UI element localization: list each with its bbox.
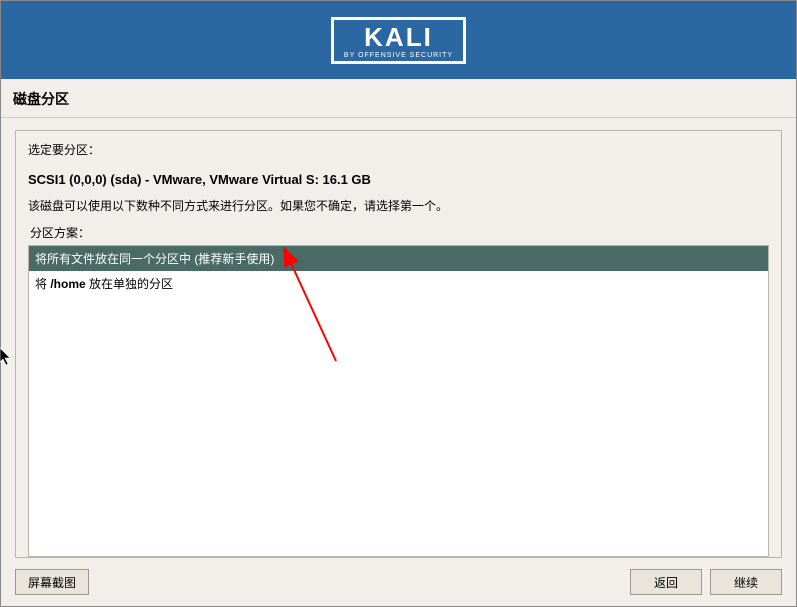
kali-logo-subtext: BY OFFENSIVE SECURITY (344, 52, 453, 59)
select-partition-label: 选定要分区： (28, 141, 769, 158)
option-all-in-one-label: 将所有文件放在同一个分区中 (推荐新手使用) (35, 252, 274, 266)
continue-button[interactable]: 继续 (710, 569, 782, 595)
instruction-text: 该磁盘可以使用以下数种不同方式来进行分区。如果您不确定，请选择第一个。 (28, 197, 769, 214)
scheme-label: 分区方案： (28, 224, 769, 241)
option-separate-home[interactable]: 将 /home 放在单独的分区 (29, 271, 768, 296)
option-separate-home-suffix: 放在单独的分区 (86, 277, 173, 291)
kali-logo: KALI BY OFFENSIVE SECURITY (331, 17, 466, 64)
kali-logo-text: KALI (364, 24, 433, 50)
disk-title: SCSI1 (0,0,0) (sda) - VMware, VMware Vir… (28, 172, 769, 187)
partition-panel: 选定要分区： SCSI1 (0,0,0) (sda) - VMware, VMw… (15, 130, 782, 558)
button-bar: 屏幕截图 返回 继续 (1, 558, 796, 606)
option-separate-home-prefix: 将 (35, 277, 50, 291)
kali-logo-frame: KALI BY OFFENSIVE SECURITY (331, 17, 466, 64)
scheme-options-list: 将所有文件放在同一个分区中 (推荐新手使用) 将 /home 放在单独的分区 (28, 245, 769, 557)
back-button[interactable]: 返回 (630, 569, 702, 595)
option-all-in-one[interactable]: 将所有文件放在同一个分区中 (推荐新手使用) (29, 246, 768, 271)
installer-window: KALI BY OFFENSIVE SECURITY 磁盘分区 选定要分区： S… (0, 0, 797, 607)
content-area: 选定要分区： SCSI1 (0,0,0) (sda) - VMware, VMw… (1, 118, 796, 558)
screenshot-button[interactable]: 屏幕截图 (15, 569, 89, 595)
option-separate-home-path: /home (50, 277, 85, 291)
header-banner: KALI BY OFFENSIVE SECURITY (1, 1, 796, 79)
page-title: 磁盘分区 (1, 79, 796, 118)
